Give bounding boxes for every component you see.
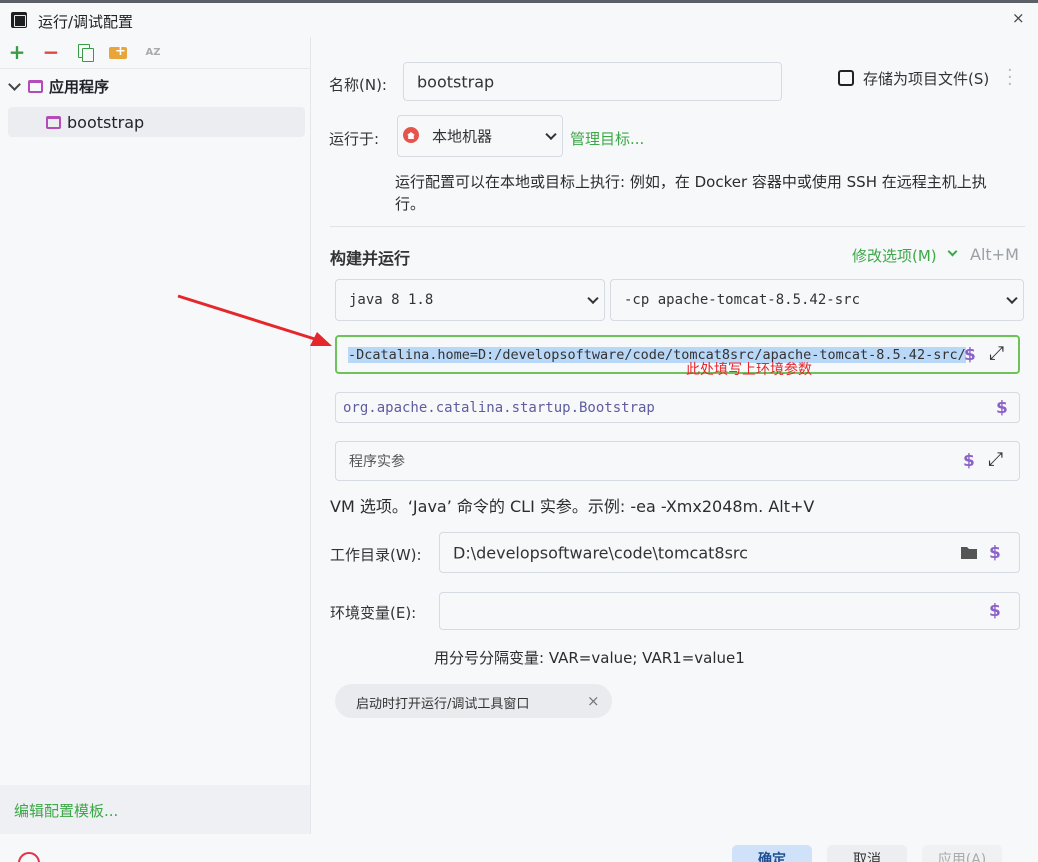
insert-macro-icon[interactable]: $ (996, 398, 1008, 418)
main-class-value: org.apache.catalina.startup.Bootstrap (343, 399, 655, 416)
name-label: 名称(N): (329, 76, 387, 94)
name-value: bootstrap (417, 72, 495, 91)
classpath-select[interactable]: -cp apache-tomcat-8.5.42-src (610, 279, 1024, 321)
close-icon[interactable]: × (587, 692, 600, 710)
main-class-field[interactable]: org.apache.catalina.startup.Bootstrap $ (335, 392, 1020, 423)
insert-macro-icon[interactable]: $ (964, 345, 976, 365)
run-on-label: 运行于: (329, 130, 380, 148)
expand-icon[interactable] (989, 342, 1007, 364)
tree-item-application[interactable]: 应用程序 (8, 71, 304, 101)
store-as-project-checkbox[interactable] (838, 70, 854, 86)
ok-button[interactable]: 确定 (732, 845, 812, 862)
close-icon[interactable]: × (1012, 9, 1025, 27)
annotation-note: 此处填写上环境参数 (686, 362, 812, 378)
expand-icon[interactable] (988, 448, 1006, 470)
chevron-down-icon (545, 128, 557, 141)
help-icon[interactable] (18, 852, 40, 862)
tree-item-label: bootstrap (67, 112, 145, 132)
modify-options-link[interactable]: 修改选项(M) (852, 245, 937, 266)
classpath-value: -cp apache-tomcat-8.5.42-src (624, 292, 861, 308)
env-help: 用分号分隔变量: VAR=value; VAR1=value1 (434, 649, 745, 667)
chevron-down-icon (1006, 292, 1018, 305)
copy-icon[interactable] (74, 42, 94, 62)
build-run-title: 构建并运行 (330, 249, 411, 268)
vm-options-value: -Dcatalina.home=D:/developsoftware/code/… (348, 346, 966, 363)
apply-button[interactable]: 应用(A) (922, 845, 1002, 862)
insert-macro-icon[interactable]: $ (989, 601, 1001, 621)
new-folder-icon[interactable] (108, 42, 128, 62)
edit-templates-link[interactable]: 编辑配置模板... (14, 800, 118, 821)
name-field[interactable]: bootstrap (403, 62, 782, 101)
remove-icon[interactable]: − (41, 40, 61, 64)
chevron-down-icon[interactable] (947, 246, 958, 257)
jdk-select[interactable]: java 8 1.8 (335, 279, 605, 321)
local-machine-icon (403, 127, 419, 143)
cancel-button[interactable]: 取消 (827, 845, 907, 862)
env-label: 环境变量(E): (330, 604, 417, 622)
modify-options-shortcut: Alt+M (970, 245, 1019, 264)
folder-icon[interactable] (960, 545, 978, 560)
vm-options-field[interactable]: -Dcatalina.home=D:/developsoftware/code/… (335, 335, 1020, 374)
store-as-project-label[interactable]: 存储为项目文件(S) (863, 68, 989, 89)
jdk-value: java 8 1.8 (349, 292, 434, 308)
insert-macro-icon[interactable]: $ (963, 451, 975, 471)
env-field[interactable]: $ (439, 592, 1020, 630)
workdir-field[interactable]: D:\developsoftware\code\tomcat8src $ (439, 532, 1020, 573)
program-args-field[interactable]: 程序实参 $ (335, 441, 1020, 481)
run-on-help-line2: 行。 (395, 195, 426, 213)
more-options-icon[interactable]: · · · (1007, 62, 1013, 94)
application-config-icon (28, 79, 43, 93)
open-tool-window-chip[interactable]: 启动时打开运行/调试工具窗口 × (335, 684, 612, 718)
sort-alpha-icon[interactable]: AZ (143, 42, 163, 62)
add-icon[interactable]: + (7, 40, 27, 64)
program-args-placeholder: 程序实参 (349, 454, 405, 470)
run-on-help-line1: 运行配置可以在本地或目标上执行: 例如，在 Docker 容器中或使用 SSH … (395, 173, 987, 191)
chip-label: 启动时打开运行/调试工具窗口 (356, 697, 530, 712)
tree-item-label: 应用程序 (49, 77, 110, 96)
workdir-value: D:\developsoftware\code\tomcat8src (453, 543, 748, 562)
insert-macro-icon[interactable]: $ (989, 543, 1001, 563)
manage-targets-link[interactable]: 管理目标... (570, 128, 644, 149)
title-bar: 运行/调试配置 × (0, 3, 1038, 37)
tree-item-bootstrap[interactable]: bootstrap (8, 107, 305, 137)
application-config-icon (46, 115, 61, 129)
window-title: 运行/调试配置 (38, 13, 134, 31)
config-tree-pane: + − AZ 应用程序 bootstrap 编辑配置模板... (0, 37, 311, 835)
chevron-down-icon[interactable] (8, 79, 22, 93)
vm-options-help: VM 选项。‘Java’ 命令的 CLI 实参。示例: -ea -Xmx2048… (330, 497, 815, 516)
intellij-app-icon (11, 12, 27, 28)
section-divider (330, 226, 1025, 227)
tree-toolbar: + − AZ (0, 37, 311, 69)
config-form: 名称(N): bootstrap 存储为项目文件(S) · · · 运行于: 本地机… (312, 37, 1038, 834)
chevron-down-icon (587, 292, 599, 305)
run-on-value: 本地机器 (432, 127, 493, 146)
edit-templates-bar: 编辑配置模板... (0, 785, 310, 835)
annotation-arrow (177, 294, 332, 346)
workdir-label: 工作目录(W): (330, 546, 422, 564)
run-on-select[interactable]: 本地机器 (397, 115, 563, 157)
dialog-footer: 确定 取消 应用(A) (0, 834, 1038, 862)
